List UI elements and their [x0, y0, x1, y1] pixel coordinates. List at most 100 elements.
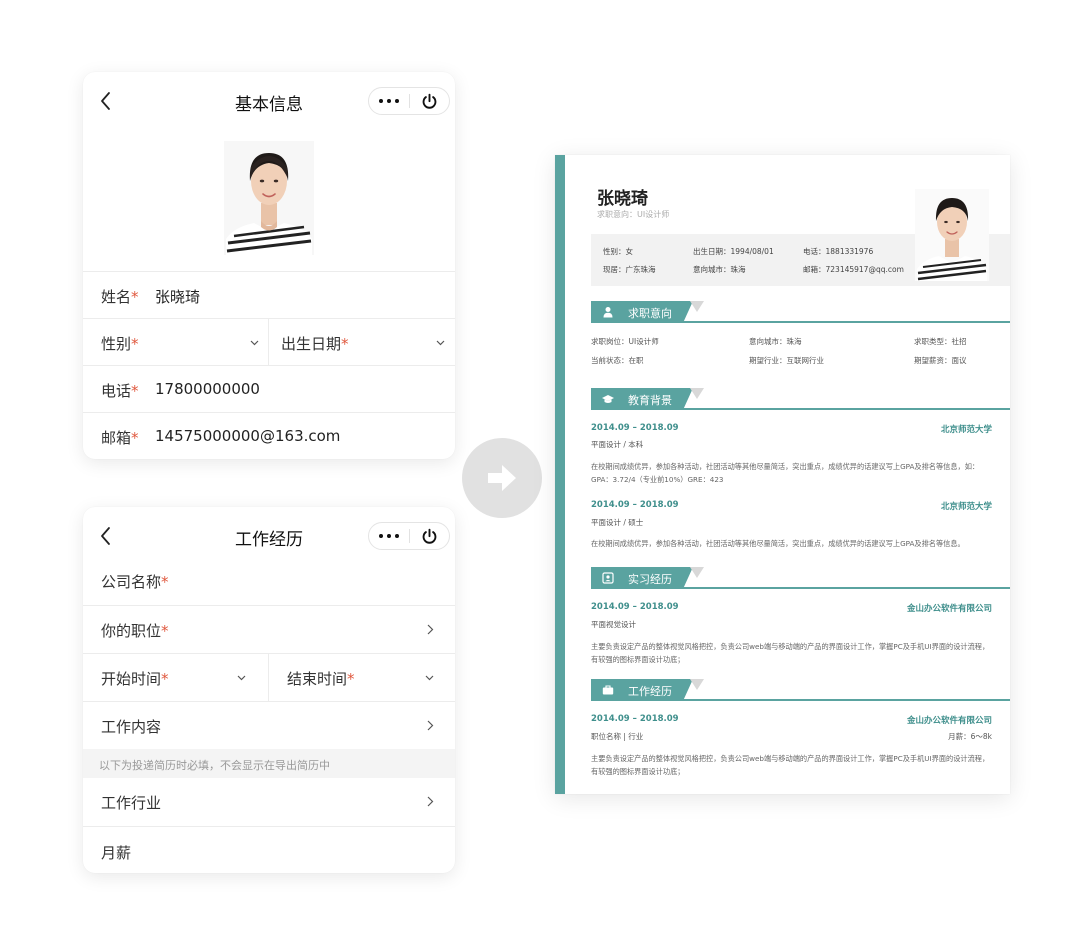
back-icon[interactable]: [99, 91, 113, 111]
edu1-desc: 在校期间成绩优异，参加各种活动，社团活动等其他尽量简活，突出重点，成绩优异的话建…: [591, 462, 980, 484]
gender-birth-row: 性别* 出生日期*: [83, 318, 455, 366]
intent-city: 意向城市：珠海: [749, 337, 802, 346]
phone-label-text: 电话: [101, 382, 132, 400]
gender-chevron-down-icon[interactable]: [250, 340, 259, 346]
more-icon[interactable]: [369, 88, 409, 114]
section-title: 求职意向: [628, 307, 672, 320]
required-mark: *: [161, 573, 169, 591]
resume-subtitle: 求职意向：UI设计师: [597, 210, 670, 219]
briefcase-icon: [602, 685, 614, 695]
required-mark: *: [131, 382, 139, 400]
resume-gender: 性别：女: [603, 247, 633, 256]
section-header-line: [683, 408, 1010, 410]
company-row[interactable]: 公司名称*: [83, 557, 455, 605]
edu2-date: 2014.09 – 2018.09: [591, 500, 679, 510]
work-salary: 月薪：6～8k: [948, 732, 992, 741]
basic-info-card: 基本信息 姓名* 张晓琦 性别* 出生日期* 电话* 17800000000 邮…: [83, 72, 455, 459]
required-mark: *: [341, 335, 349, 353]
name-label: 姓名*: [101, 286, 139, 307]
intent-type: 求职类型：社招: [914, 337, 967, 346]
position-row[interactable]: 你的职位*: [83, 605, 455, 654]
back-icon[interactable]: [99, 526, 113, 546]
resume-email: 邮箱：723145917@qq.com: [803, 265, 904, 274]
industry-label: 工作行业: [101, 794, 162, 812]
industry-row[interactable]: 工作行业: [83, 778, 455, 826]
miniprogram-capsule: [368, 87, 450, 115]
section-title: 实习经历: [628, 573, 672, 586]
resume-name: 张晓琦: [597, 189, 648, 209]
required-mark: *: [347, 670, 355, 688]
chevron-right-icon: [427, 796, 434, 807]
edu1-major: 平面设计 / 本科: [591, 440, 644, 449]
id-card-icon: [602, 572, 614, 584]
power-icon[interactable]: [421, 93, 438, 110]
section-title: 教育背景: [628, 394, 672, 407]
position-label-text: 你的职位: [101, 622, 162, 640]
section-title: 工作经历: [628, 685, 672, 698]
section-header-tri-shadow: [690, 301, 704, 312]
content-row[interactable]: 工作内容: [83, 701, 455, 750]
birth-label[interactable]: 出生日期*: [281, 333, 349, 354]
avatar-photo[interactable]: [224, 141, 314, 255]
birth-label-text: 出生日期: [281, 335, 342, 353]
end-chevron-down-icon[interactable]: [425, 675, 434, 681]
required-mark: *: [131, 335, 139, 353]
section-header-tri-shadow: [690, 679, 704, 690]
notice-bar: 以下为投递简历时必填，不会显示在导出简历中: [83, 749, 455, 778]
power-icon[interactable]: [421, 528, 438, 545]
arrow-right-icon: [488, 465, 516, 491]
start-time-label[interactable]: 开始时间*: [101, 668, 169, 689]
email-row[interactable]: 邮箱* 14575000000@163.com: [83, 412, 455, 459]
chevron-right-icon: [427, 720, 434, 731]
work-role: 职位名称 | 行业: [591, 732, 644, 741]
resume-phone: 电话：1881331976: [803, 247, 874, 256]
field-divider: [268, 319, 269, 366]
capsule-divider: [409, 529, 410, 543]
resume-city: 意向城市：珠海: [693, 265, 746, 274]
graduation-cap-icon: [602, 395, 614, 403]
phone-row[interactable]: 电话* 17800000000: [83, 365, 455, 413]
section-header-work: 工作经历: [591, 679, 1010, 701]
salary-row[interactable]: 月薪: [83, 826, 455, 873]
chevron-right-icon: [427, 624, 434, 635]
edu2-desc: 在校期间成绩优异，参加各种活动，社团活动等其他尽量简活，突出重点，成绩优异的话建…: [591, 539, 965, 548]
resume-preview: 张晓琦 求职意向：UI设计师 性别：女 出生日期：1994/08/01 电话：1…: [555, 155, 1010, 794]
intern-desc: 主要负责设定产品的整体视觉风格把控，负责公司web端与移动端的产品的界面设计工作…: [591, 642, 990, 664]
resume-residence: 现居：广东珠海: [603, 265, 656, 274]
name-row[interactable]: 姓名* 张晓琦: [83, 271, 455, 319]
birth-chevron-down-icon[interactable]: [436, 340, 445, 346]
end-time-label[interactable]: 结束时间*: [287, 668, 355, 689]
required-mark: *: [131, 288, 139, 306]
gender-label-text: 性别: [101, 335, 132, 353]
start-chevron-down-icon[interactable]: [237, 675, 246, 681]
work-experience-card: 工作经历 公司名称* 你的职位* 开始时间* 结束时间* 工作内容 以下为投递简…: [83, 507, 455, 873]
intent-position: 求职岗位：UI设计师: [591, 337, 659, 346]
work-company: 金山办公软件有限公司: [906, 716, 992, 726]
section-header-line: [683, 587, 1010, 589]
time-row: 开始时间* 结束时间*: [83, 653, 455, 702]
section-header-internship: 实习经历: [591, 567, 1010, 589]
field-divider: [268, 654, 269, 702]
company-label-text: 公司名称: [101, 573, 162, 591]
work-date: 2014.09 – 2018.09: [591, 714, 679, 724]
more-icon[interactable]: [369, 523, 409, 549]
email-value: 14575000000@163.com: [155, 427, 341, 445]
resume-birth: 出生日期：1994/08/01: [693, 247, 774, 256]
edu1-date: 2014.09 – 2018.09: [591, 423, 679, 433]
email-label: 邮箱*: [101, 427, 139, 448]
name-label-text: 姓名: [101, 288, 132, 306]
section-header-line: [683, 321, 1010, 323]
intern-date: 2014.09 – 2018.09: [591, 602, 679, 612]
work-desc: 主要负责设定产品的整体视觉风格把控，负责公司web端与移动端的产品的界面设计工作…: [591, 754, 990, 776]
phone-label: 电话*: [101, 380, 139, 401]
notice-text: 以下为投递简历时必填，不会显示在导出简历中: [99, 759, 330, 772]
start-time-label-text: 开始时间: [101, 670, 162, 688]
resume-accent-bar: [555, 155, 565, 794]
person-icon: [603, 307, 613, 318]
intern-role: 平面视觉设计: [591, 620, 636, 629]
section-header-tri-shadow: [690, 388, 704, 399]
intent-status: 当前状态：在职: [591, 356, 644, 365]
gender-label[interactable]: 性别*: [101, 333, 139, 354]
intern-company: 金山办公软件有限公司: [906, 604, 992, 614]
convert-arrow: [462, 438, 542, 518]
